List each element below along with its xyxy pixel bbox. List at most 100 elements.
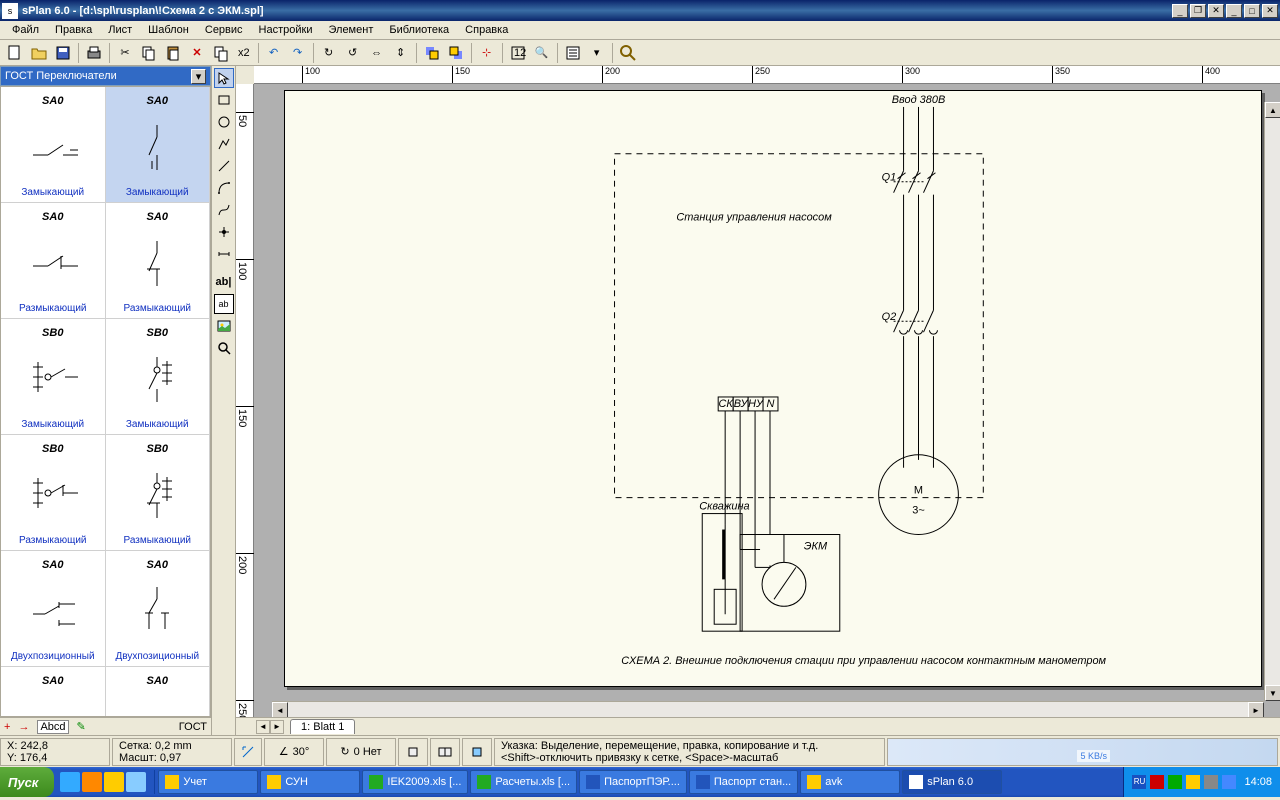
library-item[interactable]: SA0 bbox=[106, 667, 211, 717]
menu-template[interactable]: Шаблон bbox=[140, 22, 197, 38]
tray-icon[interactable] bbox=[1150, 775, 1164, 789]
viewport[interactable]: Станция управления насосом Ввод 380В Q1 bbox=[254, 84, 1280, 717]
tool-column: ab| ab bbox=[212, 66, 236, 735]
library-item[interactable]: SB0Размыкающий bbox=[106, 435, 211, 551]
library-item[interactable]: SB0Размыкающий bbox=[1, 435, 106, 551]
circle-tool[interactable] bbox=[214, 112, 234, 132]
close-app-button[interactable]: ✕ bbox=[1262, 4, 1278, 18]
minimize-button[interactable]: _ bbox=[1172, 4, 1188, 18]
redo-icon[interactable]: ↷ bbox=[287, 42, 309, 64]
taskbar-task[interactable]: СУН bbox=[260, 770, 360, 794]
junction-tool[interactable] bbox=[214, 222, 234, 242]
menu-sheet[interactable]: Лист bbox=[100, 22, 140, 38]
library-item[interactable]: SA0Размыкающий bbox=[1, 203, 106, 319]
bring-front-icon[interactable] bbox=[421, 42, 443, 64]
menu-help[interactable]: Справка bbox=[457, 22, 516, 38]
menu-service[interactable]: Сервис bbox=[197, 22, 251, 38]
dimension-tool[interactable] bbox=[214, 244, 234, 264]
menu-settings[interactable]: Настройки bbox=[251, 22, 321, 38]
start-button[interactable]: Пуск bbox=[0, 767, 54, 797]
send-back-icon[interactable] bbox=[445, 42, 467, 64]
rotate-ccw-icon[interactable]: ↺ bbox=[342, 42, 364, 64]
menu-library[interactable]: Библиотека bbox=[381, 22, 457, 38]
svg-text:3~: 3~ bbox=[912, 505, 924, 517]
new-icon[interactable] bbox=[4, 42, 26, 64]
drawing-page[interactable]: Станция управления насосом Ввод 380В Q1 bbox=[284, 90, 1262, 687]
taskbar-task[interactable]: avk bbox=[800, 770, 900, 794]
status-hint: Указка: Выделение, перемещение, правка, … bbox=[494, 738, 885, 766]
open-icon[interactable] bbox=[28, 42, 50, 64]
delete-icon[interactable]: ✕ bbox=[186, 42, 208, 64]
undo-icon[interactable]: ↶ bbox=[263, 42, 285, 64]
duplicate-icon[interactable] bbox=[210, 42, 232, 64]
save-icon[interactable] bbox=[52, 42, 74, 64]
magnify-icon[interactable] bbox=[617, 42, 639, 64]
pointer-tool[interactable] bbox=[214, 68, 234, 88]
library-status: +→ Abcd ✎ ГОСТ bbox=[0, 717, 211, 735]
paste-icon[interactable] bbox=[162, 42, 184, 64]
scrollbar-vertical[interactable]: ▲▼ bbox=[1264, 102, 1280, 701]
dropdown-icon[interactable]: ▾ bbox=[191, 69, 206, 84]
library-select[interactable]: ГОСТ Переключатели ▾ bbox=[0, 66, 211, 86]
cut-icon[interactable]: ✂ bbox=[114, 42, 136, 64]
menu-element[interactable]: Элемент bbox=[320, 22, 381, 38]
ql-icon[interactable] bbox=[82, 772, 102, 792]
bezier-tool[interactable] bbox=[214, 200, 234, 220]
ruler-vertical: 50100150200250 bbox=[236, 84, 254, 717]
menu-edit[interactable]: Правка bbox=[47, 22, 100, 38]
svg-text:12: 12 bbox=[514, 47, 526, 59]
library-item[interactable]: SA0Замыкающий bbox=[106, 87, 211, 203]
copy-icon[interactable] bbox=[138, 42, 160, 64]
minimize-app-button[interactable]: _ bbox=[1226, 4, 1242, 18]
tray-icon[interactable] bbox=[1222, 775, 1236, 789]
dropdown-arrow-icon[interactable]: ▾ bbox=[586, 42, 608, 64]
svg-text:СК: СК bbox=[718, 398, 733, 410]
restore-button[interactable]: ❐ bbox=[1190, 4, 1206, 18]
library-item[interactable]: SA0Двухпозиционный bbox=[1, 551, 106, 667]
library-item[interactable]: SA0 bbox=[1, 667, 106, 717]
snap-icon[interactable]: ⊹ bbox=[476, 42, 498, 64]
clock[interactable]: 14:08 bbox=[1240, 776, 1272, 788]
renumber-icon[interactable]: 12 bbox=[507, 42, 529, 64]
poly-tool[interactable] bbox=[214, 134, 234, 154]
zoom-tool[interactable] bbox=[214, 338, 234, 358]
find-icon[interactable]: 🔍 bbox=[531, 42, 553, 64]
ql-icon[interactable] bbox=[104, 772, 124, 792]
taskbar-task[interactable]: Учет bbox=[158, 770, 258, 794]
mirror-h-icon[interactable]: ⇔ bbox=[366, 42, 388, 64]
scrollbar-horizontal[interactable]: ◄► bbox=[272, 701, 1264, 717]
main-toolbar: ✂ ✕ x2 ↶ ↷ ↻ ↺ ⇔ ⇕ ⊹ 12 🔍 ▾ bbox=[0, 40, 1280, 66]
library-item[interactable]: SA0Замыкающий bbox=[1, 87, 106, 203]
library-item[interactable]: SA0Двухпозиционный bbox=[106, 551, 211, 667]
tray-icon[interactable] bbox=[1186, 775, 1200, 789]
image-tool[interactable] bbox=[214, 316, 234, 336]
textbox-tool[interactable]: ab bbox=[214, 294, 234, 314]
library-item[interactable]: SB0Замыкающий bbox=[1, 319, 106, 435]
print-icon[interactable] bbox=[83, 42, 105, 64]
close-button-doc[interactable]: ✕ bbox=[1208, 4, 1224, 18]
library-item[interactable]: SB0Замыкающий bbox=[106, 319, 211, 435]
ql-icon[interactable] bbox=[60, 772, 80, 792]
taskbar-task[interactable]: sPlan 6.0 bbox=[902, 770, 1002, 794]
tray-icon[interactable] bbox=[1168, 775, 1182, 789]
tray-icon[interactable] bbox=[1204, 775, 1218, 789]
library-item[interactable]: SA0Размыкающий bbox=[106, 203, 211, 319]
curve-tool[interactable] bbox=[214, 178, 234, 198]
rotate-cw-icon[interactable]: ↻ bbox=[318, 42, 340, 64]
taskbar-task[interactable]: ПаспортПЭР.... bbox=[579, 770, 687, 794]
taskbar-task[interactable]: IEK2009.xls [... bbox=[362, 770, 468, 794]
library-selected: ГОСТ Переключатели bbox=[5, 70, 117, 82]
taskbar-task[interactable]: Расчеты.xls [... bbox=[470, 770, 577, 794]
menu-file[interactable]: Файл bbox=[4, 22, 47, 38]
ql-icon[interactable] bbox=[126, 772, 146, 792]
mirror-v-icon[interactable]: ⇕ bbox=[390, 42, 412, 64]
lang-indicator[interactable]: RU bbox=[1132, 775, 1146, 789]
list-icon[interactable] bbox=[562, 42, 584, 64]
x2-label[interactable]: x2 bbox=[234, 47, 254, 59]
maximize-app-button[interactable]: □ bbox=[1244, 4, 1260, 18]
line-tool[interactable] bbox=[214, 156, 234, 176]
sheet-tab[interactable]: 1: Blatt 1 bbox=[290, 719, 355, 734]
taskbar-task[interactable]: Паспорт стан... bbox=[689, 770, 798, 794]
text-tool[interactable]: ab| bbox=[214, 272, 234, 292]
rect-tool[interactable] bbox=[214, 90, 234, 110]
